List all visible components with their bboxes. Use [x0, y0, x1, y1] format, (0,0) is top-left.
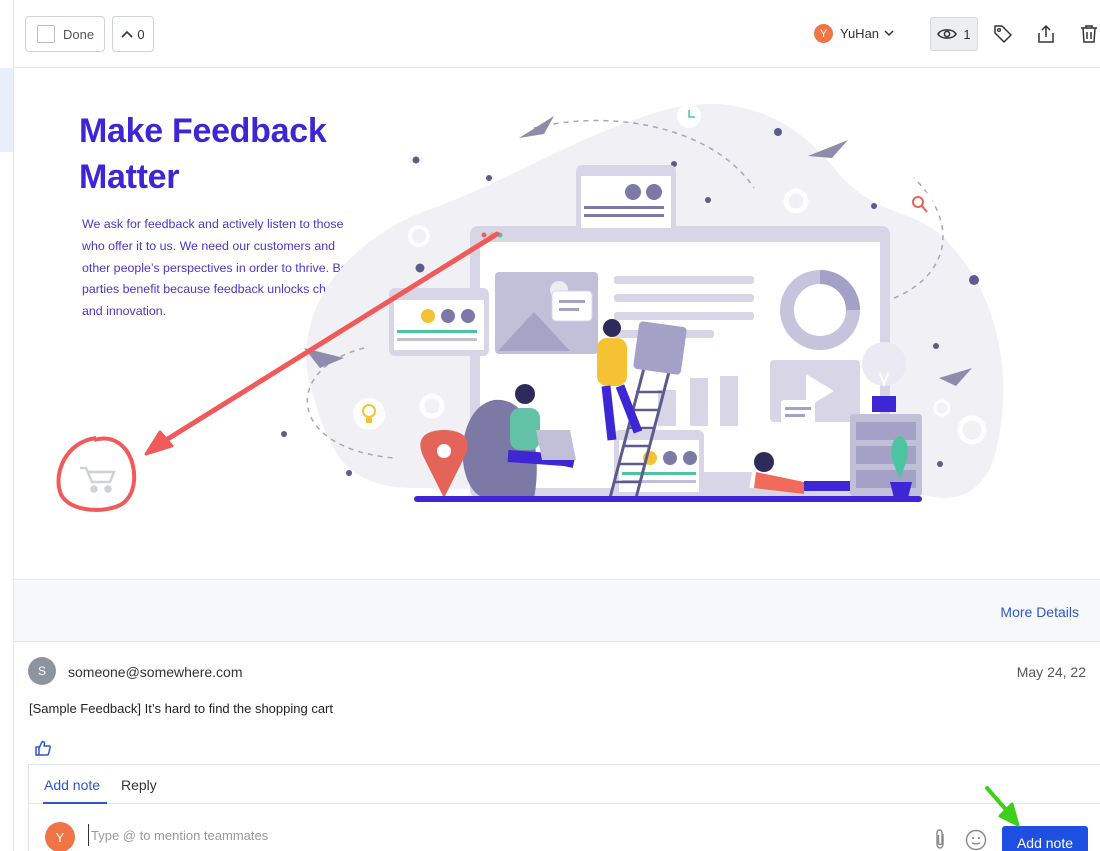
comment-author: someone@somewhere.com	[68, 664, 243, 680]
feedback-screenshot: Make Feedback Matter We ask for feedback…	[14, 68, 1100, 580]
toolbar: Done 0 Y YuHan 1	[14, 0, 1100, 68]
delete-button[interactable]	[1078, 23, 1100, 45]
feedback-detail-view: Done 0 Y YuHan 1 Make Feedback Matter We…	[0, 0, 1100, 851]
shopping-cart-icon	[80, 466, 116, 493]
chevron-down-icon	[884, 30, 894, 37]
tag-icon	[994, 25, 1012, 43]
chevron-up-icon	[121, 30, 133, 38]
add-note-button[interactable]: Add note	[1002, 826, 1088, 851]
watch-count: 1	[963, 26, 971, 42]
comment-thread: S someone@somewhere.com May 24, 22 [Samp…	[14, 643, 1100, 851]
assignee-dropdown[interactable]: Y YuHan	[814, 24, 894, 43]
details-bar: More Details	[14, 581, 1100, 642]
current-user-avatar: Y	[45, 822, 75, 851]
tab-reply[interactable]: Reply	[121, 777, 157, 793]
left-list-strip	[0, 0, 14, 851]
thumbs-up-icon	[35, 740, 51, 756]
selected-list-item[interactable]	[0, 68, 13, 152]
note-composer: Add note Reply Y Add note	[28, 764, 1100, 851]
like-button[interactable]	[35, 740, 51, 761]
paperclip-icon	[936, 829, 944, 849]
active-tab-underline	[43, 802, 107, 804]
smiley-icon	[965, 829, 987, 851]
share-icon	[1038, 24, 1054, 43]
tag-button[interactable]	[992, 23, 1014, 45]
done-label: Done	[63, 26, 95, 42]
done-button[interactable]: Done	[25, 16, 105, 52]
tab-add-note[interactable]: Add note	[44, 777, 100, 793]
vote-count: 0	[137, 26, 145, 42]
share-button[interactable]	[1035, 23, 1057, 45]
done-checkbox[interactable]	[37, 25, 55, 43]
assignee-name: YuHan	[840, 26, 880, 41]
eye-icon	[937, 29, 958, 39]
trash-icon	[1081, 25, 1097, 43]
annotation-circle	[56, 436, 137, 512]
upvote-button[interactable]: 0	[112, 16, 154, 52]
emoji-button[interactable]	[965, 829, 987, 851]
comment-text: [Sample Feedback] It’s hard to find the …	[29, 701, 333, 716]
more-details-link[interactable]: More Details	[1000, 604, 1079, 620]
attach-button[interactable]	[933, 828, 947, 851]
watch-button[interactable]: 1	[930, 17, 978, 51]
feedback-illustration	[56, 104, 1004, 512]
comment-date: May 24, 22	[1016, 664, 1086, 680]
note-tabs: Add note Reply	[29, 765, 1100, 804]
author-avatar: S	[28, 657, 56, 685]
note-input[interactable]	[88, 824, 488, 846]
assignee-avatar: Y	[814, 24, 833, 43]
